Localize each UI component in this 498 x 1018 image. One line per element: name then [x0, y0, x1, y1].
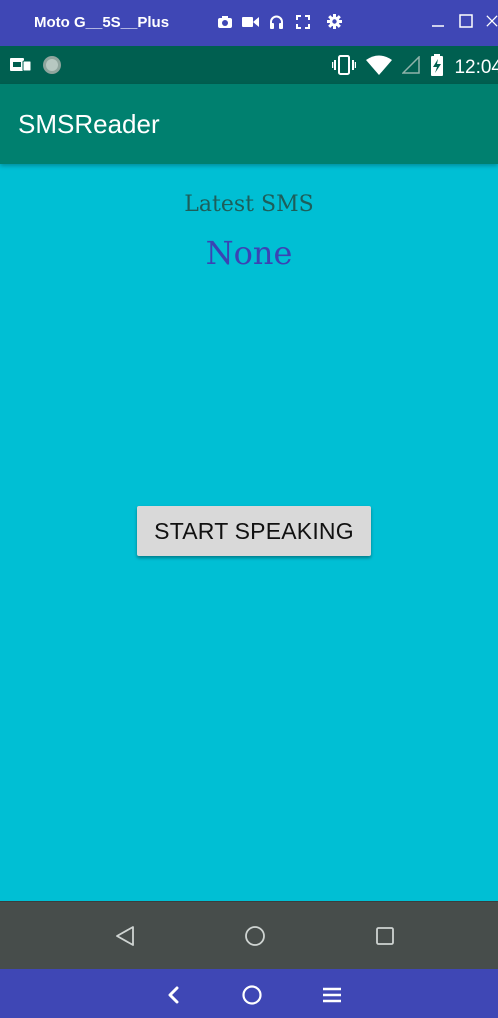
- signal-icon: [401, 55, 421, 79]
- recents-icon[interactable]: [373, 924, 397, 948]
- settings-icon[interactable]: [326, 13, 343, 30]
- back-triangle-icon[interactable]: [113, 924, 137, 948]
- android-nav-bar: [0, 901, 498, 969]
- vibrate-icon: [332, 55, 357, 80]
- emulator-bottom-toolbar: [0, 969, 498, 1018]
- start-speaking-button[interactable]: START SPEAKING: [137, 506, 371, 556]
- latest-sms-value: None: [205, 234, 293, 272]
- emulator-title-bar: Moto G__5S__Plus: [0, 0, 498, 46]
- status-clock: 12:04: [454, 56, 498, 78]
- home-circle-icon[interactable]: [241, 984, 263, 1006]
- emulator-toolbar: [216, 13, 343, 30]
- menu-icon[interactable]: [321, 984, 343, 1006]
- latest-sms-label: Latest SMS: [184, 192, 314, 217]
- home-icon[interactable]: [243, 924, 267, 948]
- fullscreen-icon[interactable]: [294, 13, 311, 30]
- window-controls: [430, 12, 498, 30]
- back-chevron-icon[interactable]: [162, 984, 184, 1006]
- headphones-icon[interactable]: [268, 13, 285, 30]
- close-icon[interactable]: [486, 12, 498, 30]
- device-title: Moto G__5S__Plus: [34, 14, 170, 31]
- status-system: 12:04: [332, 54, 498, 81]
- status-bar: 12:04: [0, 46, 498, 84]
- video-icon[interactable]: [242, 13, 259, 30]
- app-title: SMSReader: [18, 109, 160, 139]
- minimize-icon[interactable]: [430, 12, 446, 30]
- status-notifications: [10, 55, 62, 80]
- camera-icon[interactable]: [216, 13, 233, 30]
- app-toolbar: SMSReader: [0, 84, 498, 164]
- wifi-icon: [366, 55, 393, 80]
- main-content: Latest SMS None START SPEAKING: [0, 164, 498, 901]
- notification-app-icon: [10, 56, 32, 79]
- battery-charging-icon: [430, 54, 444, 81]
- maximize-icon[interactable]: [458, 12, 474, 30]
- sync-circle-icon: [42, 55, 62, 80]
